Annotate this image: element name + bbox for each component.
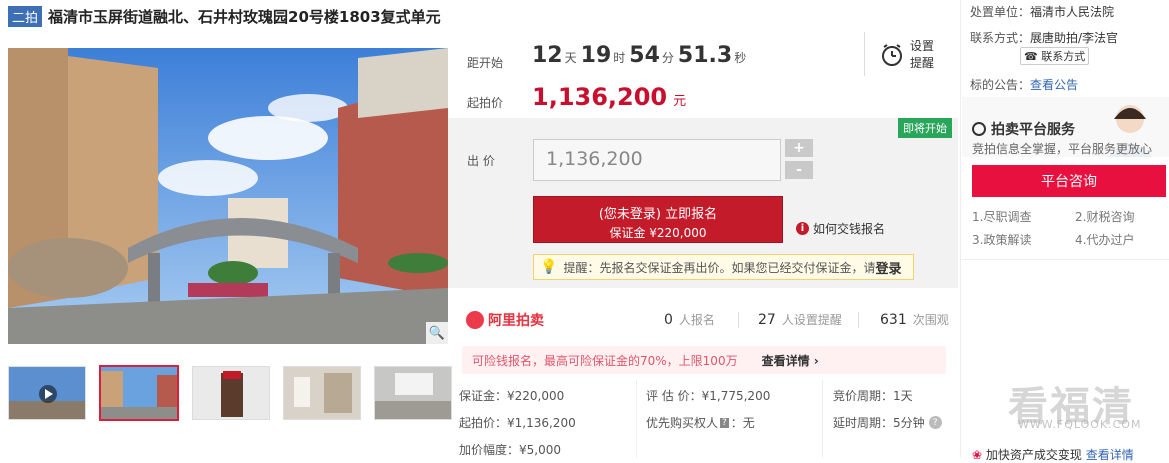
contact-row: 联系方式：展唐助拍/李法官 <box>970 31 1119 45</box>
notice-row: 标的公告：查看公告 <box>970 78 1079 92</box>
period-detail: 竞价周期：1天 <box>833 389 913 403</box>
refund-details-link[interactable]: 查看详情 › <box>762 352 819 369</box>
thumbnail-photo[interactable] <box>192 366 270 420</box>
divider <box>864 32 865 76</box>
thumbnail-photo-active[interactable] <box>99 365 179 421</box>
start-price-detail: 起拍价：¥1,136,200 <box>459 416 576 430</box>
main-photo[interactable]: 🔍 <box>8 48 448 344</box>
question-icon[interactable]: ? <box>928 416 942 429</box>
round-badge: 二拍 <box>8 5 43 27</box>
countdown: 12 天 19 时 54 分 51.3 秒 <box>532 43 750 68</box>
start-price-value: 1,136,200 <box>532 83 668 111</box>
view-notice-link[interactable]: 查看公告 <box>1030 78 1078 92</box>
countdown-minutes: 54 <box>629 43 660 68</box>
hammer-icon <box>972 122 986 136</box>
appraisal-detail: 评 估 价：¥1,775,200 <box>646 389 771 403</box>
thumbnail-strip <box>8 365 465 421</box>
service-item[interactable]: 1.尽职调查 <box>972 208 1031 225</box>
start-price: 1,136,200 元 <box>532 83 686 111</box>
divider <box>962 259 1169 260</box>
seconds-unit: 秒 <box>734 51 747 65</box>
service-item[interactable]: 2.财税咨询 <box>1075 208 1134 225</box>
alarm-clock-icon <box>882 44 902 66</box>
info-icon: i <box>796 222 809 235</box>
bid-label: 出 价 <box>467 154 495 168</box>
increase-bid-button[interactable]: + <box>785 139 813 157</box>
service-title: 拍卖平台服务 <box>991 122 1075 138</box>
title-bar: 二拍 福清市玉屏街道融北、石井村玫瑰园20号楼1803复式单元 <box>8 4 441 28</box>
countdown-seconds: 51.3 <box>677 43 733 68</box>
building-photo <box>8 48 448 344</box>
thumbnail-video[interactable] <box>8 366 86 420</box>
login-tip: 💡 提醒：先报名交保证金再出价。如果您已经交付保证金，请 登录 <box>533 254 914 280</box>
service-item[interactable]: 4.代办过户 <box>1075 231 1134 248</box>
delay-detail: 延时周期：5分钟 ? <box>833 414 942 431</box>
court-row: 处置单位：福清市人民法院 <box>970 5 1115 19</box>
countdown-hours: 19 <box>580 43 612 68</box>
how-to-pay-label: 如何交钱报名 <box>813 222 886 236</box>
zoom-icon[interactable]: 🔍 <box>426 322 448 344</box>
reminder-label: 设置 提醒 <box>910 39 935 70</box>
contact-button[interactable]: ☎ 联系方式 <box>1020 47 1090 65</box>
login-link[interactable]: 登录 <box>875 258 901 277</box>
service-item[interactable]: 3.政策解读 <box>972 231 1031 248</box>
countdown-label: 距开始 <box>467 56 504 70</box>
phone-icon: ☎ <box>1024 50 1038 63</box>
signup-deposit-label: 保证金 ¥220,000 <box>609 226 707 240</box>
page-title: 福清市玉屏街道融北、石井村玫瑰园20号楼1803复式单元 <box>48 7 441 26</box>
tip-text: 提醒：先报名交保证金再出价。如果您已经交付保证金，请 <box>563 260 876 275</box>
set-reminder-button[interactable]: 设置 提醒 <box>880 38 934 72</box>
service-title-row: 拍卖平台服务 <box>972 119 1075 139</box>
divider <box>858 312 859 328</box>
platform-consult-button[interactable]: 平台咨询 <box>972 165 1166 197</box>
divider <box>738 312 739 328</box>
handshake-icon: ❀ <box>972 448 983 462</box>
speed-up-row: ❀ 加快资产成交变现 查看详情 <box>972 448 1134 462</box>
refund-banner: 可险钱报名，最高可险保证金的70%，上限100万 查看详情 › <box>462 346 946 374</box>
ali-logo-icon <box>466 311 484 329</box>
status-badge: 即将开始 <box>898 118 952 138</box>
start-price-unit: 元 <box>673 94 687 109</box>
increment-detail: 加价幅度：¥5,000 <box>459 443 561 457</box>
signup-button[interactable]: (您未登录) 立即报名 保证金 ¥220,000 <box>533 196 783 243</box>
countdown-days: 12 <box>532 43 563 68</box>
service-subtitle: 竞拍信息全掌握，平台服务更放心 <box>972 142 1153 156</box>
signup-main-label: (您未登录) 立即报名 <box>598 207 718 222</box>
how-to-pay-link[interactable]: i 如何交钱报名 <box>796 220 885 237</box>
bid-amount-input[interactable]: 1,136,200 <box>533 139 781 181</box>
divider <box>822 380 823 458</box>
minutes-unit: 分 <box>661 51 674 65</box>
watermark-url: WWW.FQLOOK.COM <box>1018 418 1142 431</box>
priority-detail: 优先购买权人 ? ：无 <box>646 416 755 430</box>
views-stat: 631 次围观 <box>880 312 949 328</box>
priority-help-icon[interactable]: ? <box>720 417 729 428</box>
lightbulb-icon: 💡 <box>540 259 558 275</box>
ali-logo-text: 阿里拍卖 <box>488 313 544 329</box>
thumbnail-photo[interactable] <box>283 366 361 420</box>
signup-stat: 0 人报名 <box>664 312 715 328</box>
reminder-stat: 27 人设置提醒 <box>758 312 842 328</box>
start-price-label: 起拍价 <box>467 96 504 110</box>
ali-auction-logo: 阿里拍卖 <box>466 310 544 330</box>
divider <box>636 380 637 458</box>
days-unit: 天 <box>564 51 577 65</box>
speed-up-details-link[interactable]: 查看详情 <box>1086 448 1134 462</box>
deposit-detail: 保证金：¥220,000 <box>459 389 565 403</box>
refund-text: 可险钱报名，最高可险保证金的70%，上限100万 <box>472 353 738 368</box>
decrease-bid-button[interactable]: - <box>785 161 813 179</box>
thumbnail-photo[interactable] <box>374 366 452 420</box>
hours-unit: 时 <box>613 51 626 65</box>
